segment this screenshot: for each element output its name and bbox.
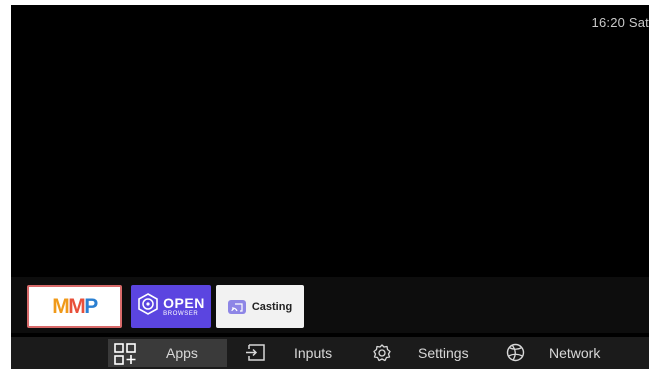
apps-grid-icon bbox=[114, 343, 138, 365]
clock: 16:20 Sat bbox=[591, 15, 649, 30]
nav-settings-label: Settings bbox=[418, 345, 469, 361]
nav-apps-label: Apps bbox=[166, 345, 198, 361]
mmp-logo: MMP bbox=[52, 294, 98, 318]
app-tile-open-browser[interactable]: OPEN BROWSER bbox=[131, 285, 211, 328]
open-browser-title: OPEN bbox=[163, 295, 205, 311]
nav-network-label: Network bbox=[549, 345, 601, 361]
tv-home-screen: 16:20 Sat MMP OPEN BROWSER Casting Apps … bbox=[11, 5, 649, 369]
nav-item-apps[interactable]: Apps bbox=[108, 337, 227, 369]
nav-inputs-label: Inputs bbox=[294, 345, 333, 361]
browser-logo-icon bbox=[137, 293, 159, 320]
nav-item-settings[interactable]: Settings bbox=[373, 337, 483, 369]
cast-icon bbox=[227, 299, 246, 314]
nav-item-network[interactable]: Network bbox=[506, 337, 616, 369]
input-source-icon bbox=[245, 344, 265, 361]
casting-label: Casting bbox=[251, 300, 293, 313]
bottom-nav-bar: Apps Inputs Settings Network bbox=[11, 337, 649, 369]
app-tile-mmp[interactable]: MMP bbox=[27, 285, 122, 328]
network-globe-icon bbox=[506, 343, 525, 362]
nav-item-inputs[interactable]: Inputs bbox=[245, 337, 345, 369]
open-browser-subtitle: BROWSER bbox=[163, 311, 199, 317]
app-tile-casting[interactable]: Casting bbox=[216, 285, 304, 328]
gear-icon bbox=[373, 344, 391, 362]
